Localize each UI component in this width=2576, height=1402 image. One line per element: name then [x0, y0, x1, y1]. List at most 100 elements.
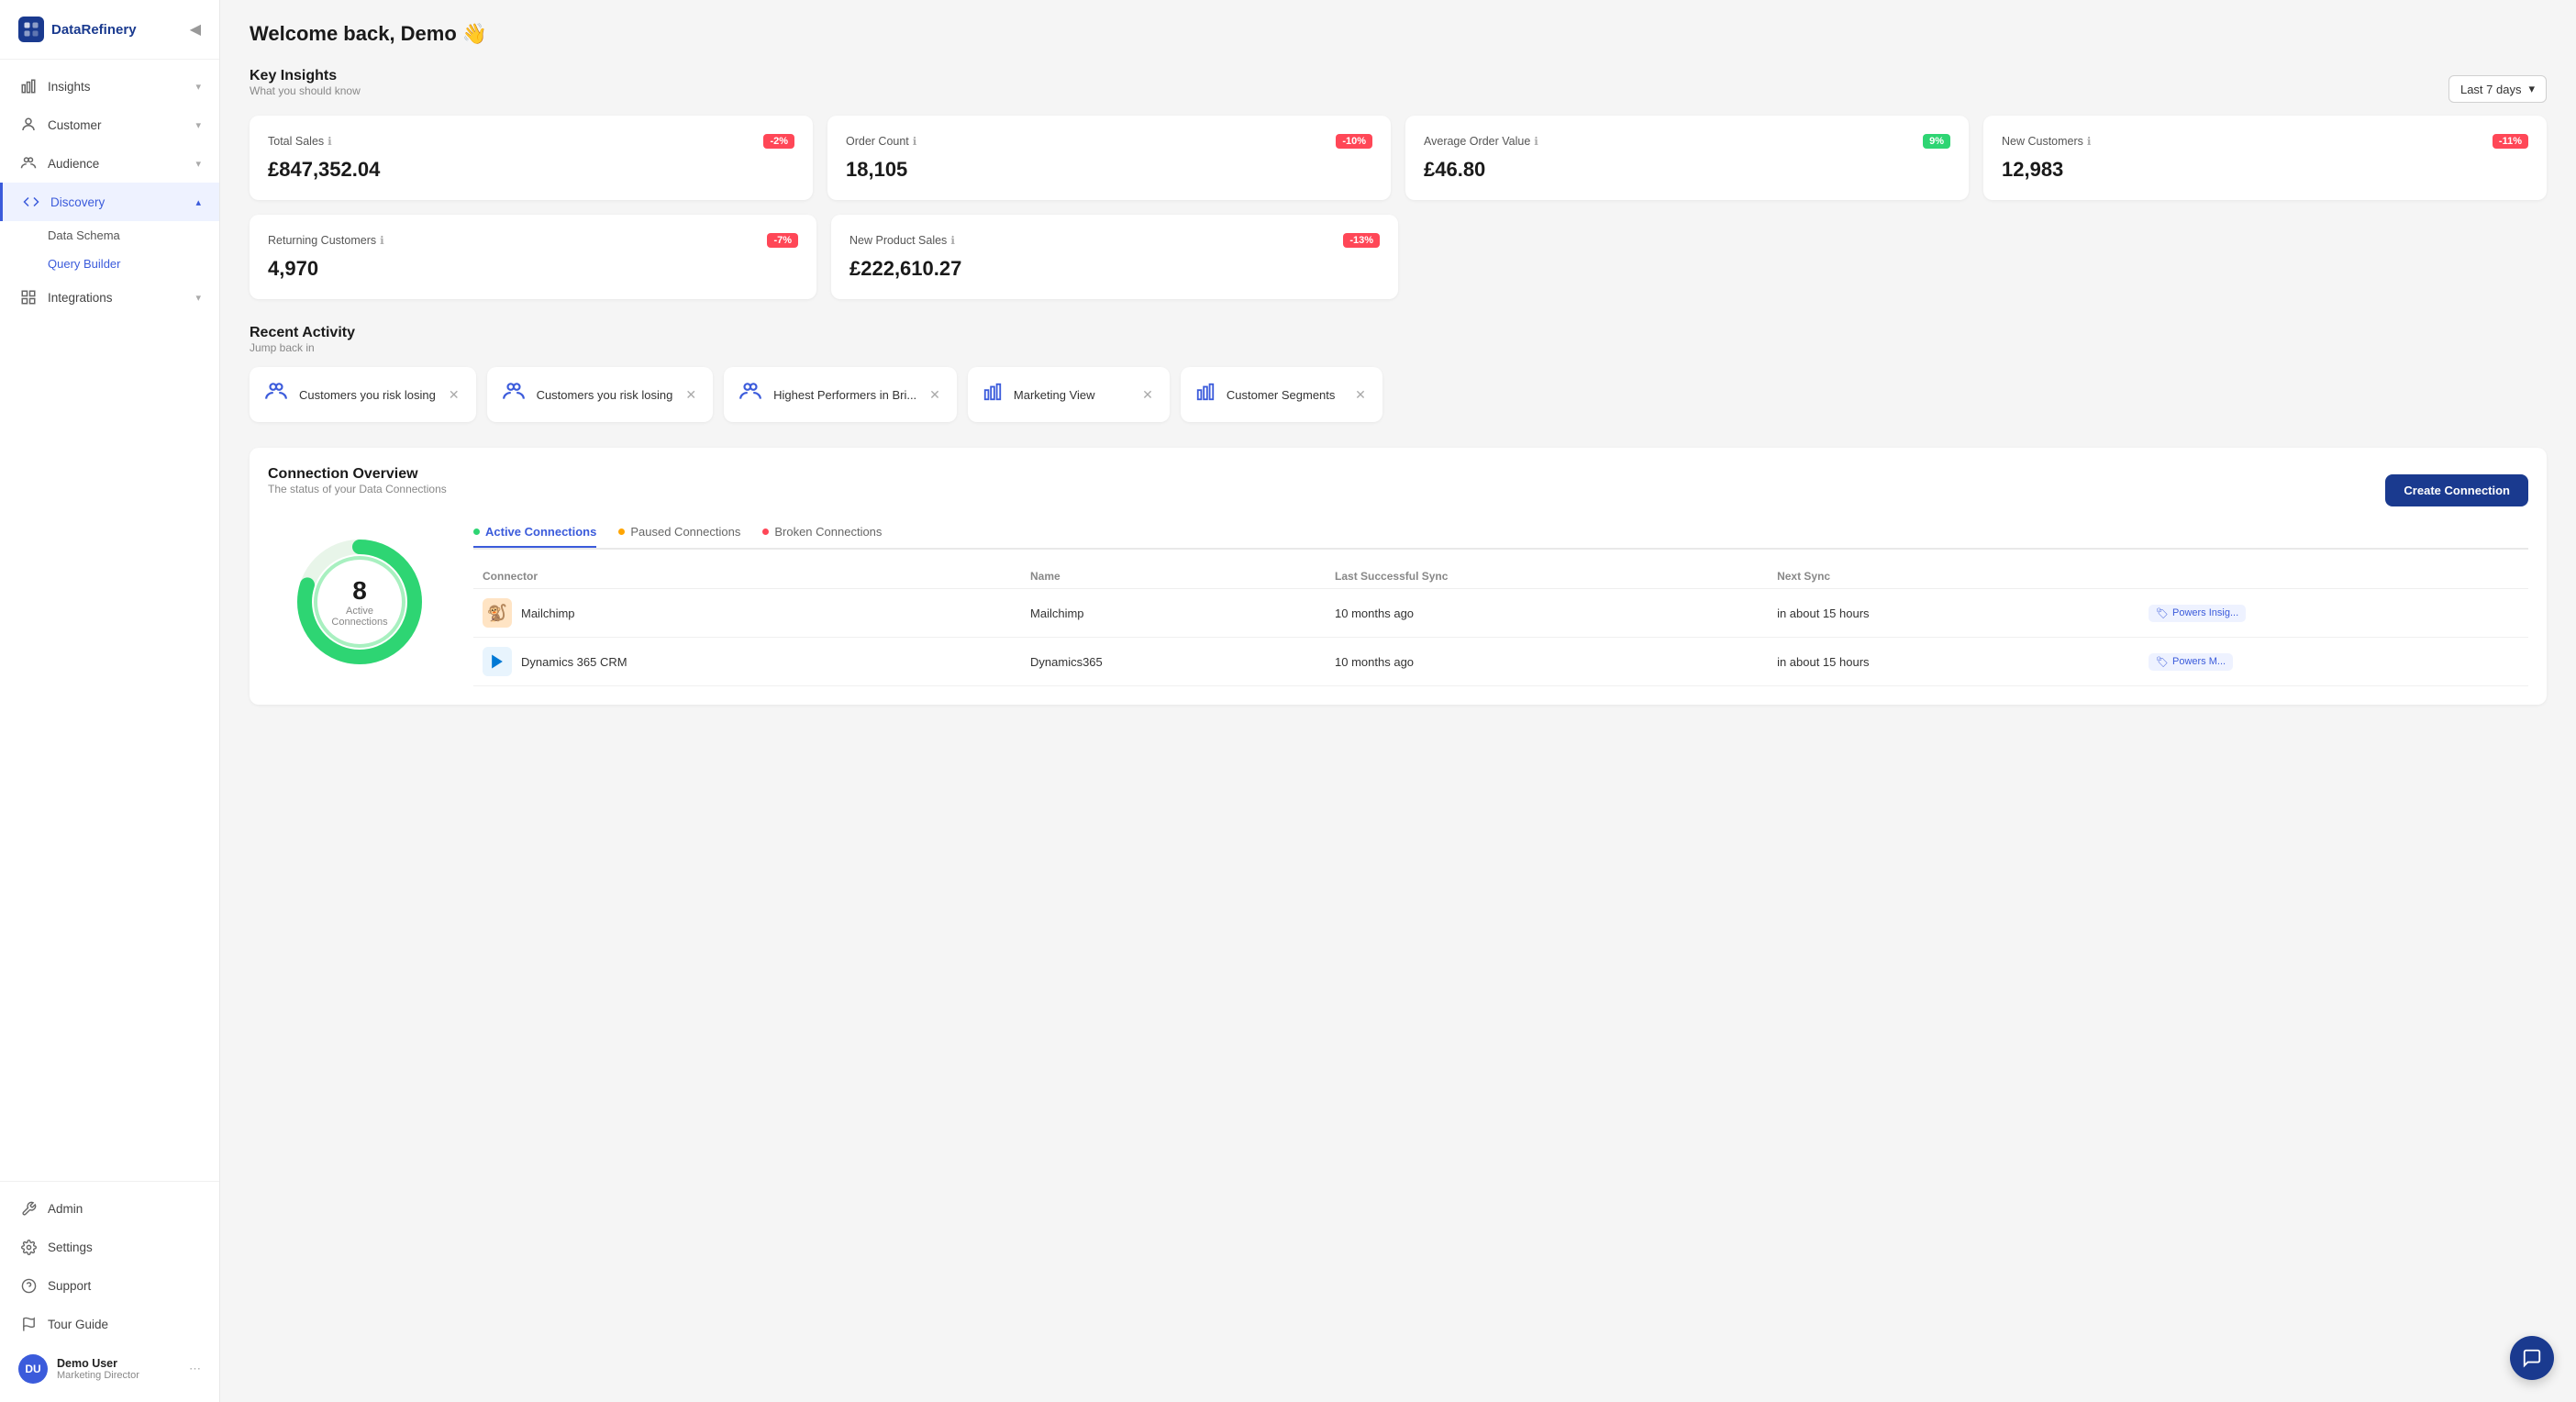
bar-chart-icon	[1195, 382, 1216, 407]
key-insights-header: Key Insights What you should know Last 7…	[250, 68, 2547, 110]
info-icon: ℹ	[913, 135, 917, 148]
close-icon[interactable]: ✕	[683, 385, 698, 405]
powers-tag-button-mailchimp[interactable]: 🏷 Powers Insig...	[2149, 605, 2246, 622]
conn-last-sync-dynamics: 10 months ago	[1326, 638, 1768, 686]
donut-label: ActiveConnections	[331, 606, 387, 628]
sidebar-collapse-btn[interactable]: ◀	[190, 20, 201, 39]
sidebar-user-area: DU Demo User Marketing Director ⋯	[0, 1343, 219, 1395]
metric-label-avg-order-value: Average Order Value ℹ	[1424, 135, 1538, 148]
sidebar-item-admin[interactable]: Admin	[0, 1189, 219, 1228]
donut-chart: 8 ActiveConnections	[286, 529, 433, 675]
metrics-grid: Total Sales ℹ -2% £847,352.04 Order Coun…	[250, 116, 2547, 200]
discovery-submenu: Data Schema Query Builder	[0, 221, 219, 278]
user-role: Marketing Director	[57, 1370, 180, 1381]
activity-label-highest-performers: Highest Performers in Bri...	[773, 388, 916, 402]
table-header-row: Connector Name Last Successful Sync Next…	[473, 564, 2528, 589]
bar-chart-icon	[983, 382, 1003, 407]
group-icon	[264, 380, 288, 409]
chat-button[interactable]	[2510, 1336, 2554, 1380]
wrench-icon	[18, 1198, 39, 1218]
connection-overview-header: Connection Overview The status of your D…	[268, 466, 2528, 514]
activity-label-marketing-view: Marketing View	[1014, 388, 1129, 402]
gear-icon	[18, 1237, 39, 1257]
green-dot-icon	[473, 529, 480, 535]
metric-card-order-count: Order Count ℹ -10% 18,105	[827, 116, 1391, 200]
user-menu-button[interactable]: ⋯	[189, 1362, 201, 1376]
recent-activity-title: Recent Activity	[250, 325, 2547, 341]
sidebar-item-customer[interactable]: Customer ▾	[0, 106, 219, 144]
tag-icon: 🏷	[2156, 656, 2169, 668]
tab-broken-connections[interactable]: Broken Connections	[762, 517, 882, 548]
activity-card-risk-1: Customers you risk losing ✕	[250, 367, 476, 422]
connector-cell-dynamics: Dynamics 365 CRM	[473, 638, 1021, 686]
close-icon[interactable]: ✕	[1140, 385, 1155, 405]
metric-label-total-sales: Total Sales ℹ	[268, 135, 332, 148]
chevron-down-icon: ▾	[195, 292, 201, 304]
donut-number: 8	[331, 576, 387, 606]
activity-label-risk-1: Customers you risk losing	[299, 388, 436, 402]
sidebar-item-support-label: Support	[48, 1279, 201, 1293]
help-circle-icon	[18, 1275, 39, 1296]
sidebar-item-customer-label: Customer	[48, 118, 195, 132]
sidebar-item-insights[interactable]: Insights ▾	[0, 67, 219, 106]
swap-horiz-icon	[18, 287, 39, 307]
tab-active-connections[interactable]: Active Connections	[473, 517, 596, 548]
close-icon[interactable]: ✕	[447, 385, 461, 405]
metric-label-new-customers: New Customers ℹ	[2002, 135, 2091, 148]
connector-name-mailchimp: Mailchimp	[521, 606, 575, 620]
sidebar-item-audience[interactable]: Audience ▾	[0, 144, 219, 183]
metric-label-new-product-sales: New Product Sales ℹ	[849, 234, 955, 247]
sidebar-item-support[interactable]: Support	[0, 1266, 219, 1305]
info-icon: ℹ	[1534, 135, 1538, 148]
metric-card-new-customers: New Customers ℹ -11% 12,983	[1983, 116, 2547, 200]
connection-overview-section: Connection Overview The status of your D…	[250, 448, 2547, 705]
sidebar-bottom: Admin Settings Support Tour Guide DU	[0, 1181, 219, 1402]
table-row: Dynamics 365 CRM Dynamics365 10 months a…	[473, 638, 2528, 686]
bar-chart-icon	[18, 76, 39, 96]
chevron-down-icon: ▾	[195, 81, 201, 93]
user-name: Demo User	[57, 1357, 180, 1370]
sidebar-item-discovery[interactable]: Discovery ▴	[0, 183, 219, 221]
dynamics-icon	[483, 647, 512, 676]
conn-name-mailchimp: Mailchimp	[1021, 589, 1326, 638]
metric-value-new-customers: 12,983	[2002, 158, 2528, 182]
sidebar-item-query-builder[interactable]: Query Builder	[0, 250, 219, 278]
connection-body: 8 ActiveConnections Active Connections	[268, 517, 2528, 686]
chevron-up-icon: ▴	[195, 196, 201, 208]
key-insights-title: Key Insights	[250, 68, 361, 84]
date-filter[interactable]: Last 7 days ▾	[2448, 75, 2547, 103]
red-dot-icon	[762, 529, 769, 535]
create-connection-button[interactable]: Create Connection	[2385, 474, 2528, 506]
date-filter-label: Last 7 days	[2460, 83, 2522, 96]
close-icon[interactable]: ✕	[927, 385, 942, 405]
tab-paused-connections[interactable]: Paused Connections	[618, 517, 740, 548]
sidebar: DataRefinery ◀ Insights ▾ Customer ▾ Aud…	[0, 0, 220, 1402]
sidebar-item-settings[interactable]: Settings	[0, 1228, 219, 1266]
close-icon[interactable]: ✕	[1353, 385, 1368, 405]
activity-card-marketing-view: Marketing View ✕	[968, 367, 1170, 422]
person-icon	[18, 115, 39, 135]
badge-avg-order-value: 9%	[1923, 134, 1950, 149]
powers-tag-button-dynamics[interactable]: 🏷 Powers M...	[2149, 653, 2233, 671]
sidebar-item-settings-label: Settings	[48, 1241, 201, 1254]
metric-value-new-product-sales: £222,610.27	[849, 257, 1380, 281]
donut-chart-area: 8 ActiveConnections	[268, 517, 451, 686]
conn-tag-dynamics: 🏷 Powers M...	[2139, 638, 2528, 686]
key-insights-subtitle: What you should know	[250, 84, 361, 97]
recent-activity-section: Recent Activity Jump back in Customers y…	[250, 325, 2547, 422]
metric-value-avg-order-value: £46.80	[1424, 158, 1950, 182]
connection-overview-subtitle: The status of your Data Connections	[268, 483, 447, 495]
sidebar-item-data-schema[interactable]: Data Schema	[0, 221, 219, 250]
sidebar-item-discovery-label: Discovery	[50, 195, 195, 209]
sidebar-item-integrations[interactable]: Integrations ▾	[0, 278, 219, 317]
metric-card-returning-customers: Returning Customers ℹ -7% 4,970	[250, 215, 816, 299]
conn-last-sync-mailchimp: 10 months ago	[1326, 589, 1768, 638]
orange-dot-icon	[618, 529, 625, 535]
col-next-sync: Next Sync	[1768, 564, 2139, 589]
main-content-area: Welcome back, Demo 👋 Key Insights What y…	[220, 0, 2576, 1402]
conn-name-dynamics: Dynamics365	[1021, 638, 1326, 686]
metrics-grid-row2: Returning Customers ℹ -7% 4,970 New Prod…	[250, 215, 1398, 299]
sidebar-item-audience-label: Audience	[48, 157, 195, 171]
sidebar-item-tour-guide[interactable]: Tour Guide	[0, 1305, 219, 1343]
group-icon	[738, 380, 762, 409]
